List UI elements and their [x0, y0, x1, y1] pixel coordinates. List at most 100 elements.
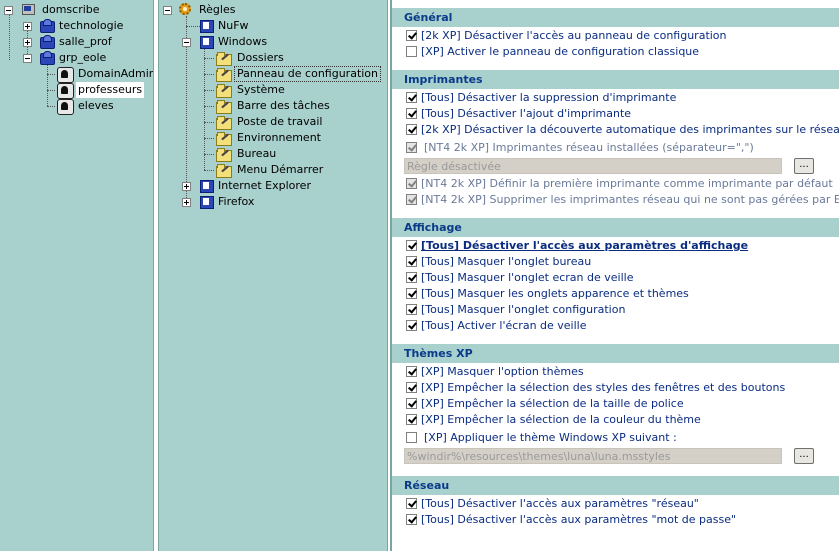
expand-icon[interactable]: [182, 198, 191, 207]
option-label: [Tous] Masquer les onglets apparence et …: [421, 287, 689, 300]
tree-node-nufw[interactable]: NuFw: [197, 18, 383, 34]
group-icon: [40, 35, 56, 49]
checkbox[interactable]: [406, 398, 417, 409]
option-label: [NT4 2k XP] Imprimantes réseau installée…: [424, 141, 754, 154]
section-header-themes: Thèmes XP: [392, 344, 839, 363]
tree-node-label: Internet Explorer: [218, 179, 311, 192]
collapse-icon[interactable]: [4, 6, 13, 15]
option-label: [Tous] Masquer l'onglet bureau: [421, 255, 592, 268]
checkbox[interactable]: [406, 320, 417, 331]
tree-node-label-selected: Panneau de configuration: [234, 66, 382, 82]
option-label: [Tous] Désactiver l'accès aux paramètres…: [421, 513, 737, 526]
tree-node-label: Dossiers: [237, 51, 284, 64]
folder-edit-icon: [216, 83, 232, 98]
theme-path-field[interactable]: %windir%\resources\themes\luna\luna.msst…: [404, 448, 782, 464]
checkbox[interactable]: [406, 30, 417, 41]
gear-icon: [178, 3, 194, 17]
tree-node-poste-de-travail[interactable]: Poste de travail: [216, 114, 383, 130]
option-label: [XP] Activer le panneau de configuration…: [421, 45, 700, 58]
checkbox[interactable]: [406, 256, 417, 267]
checkbox[interactable]: [406, 366, 417, 377]
collapse-icon[interactable]: [23, 54, 32, 63]
checkbox[interactable]: [406, 498, 417, 509]
tree-node-label: professeurs: [76, 82, 145, 98]
tree-node-systeme[interactable]: Système: [216, 82, 383, 98]
tree-node-label: eleves: [78, 99, 114, 112]
user-group-icon: [57, 67, 74, 83]
option-label: [Tous] Activer l'écran de veille: [421, 319, 587, 332]
box-icon: [199, 195, 215, 209]
option-label: [Tous] Désactiver l'ajout d'imprimante: [421, 107, 632, 120]
tree-node-label: Règles: [199, 3, 236, 16]
tree-node-windows[interactable]: Windows: [182, 34, 383, 50]
tree-node-barre-des-taches[interactable]: Barre des tâches: [216, 98, 383, 114]
expand-icon[interactable]: [182, 182, 191, 191]
tree-node-label: domscribe: [42, 3, 100, 16]
collapse-icon[interactable]: [163, 6, 172, 15]
tree-node-eleves[interactable]: eleves: [57, 98, 149, 115]
folder-edit-icon: [216, 163, 232, 178]
checkbox[interactable]: [406, 124, 417, 135]
tree-node-firefox[interactable]: Firefox: [182, 194, 383, 210]
tree-node-grp-eole[interactable]: grp_eole: [23, 50, 149, 66]
checkbox[interactable]: [406, 382, 417, 393]
tree-node-label: Windows: [218, 35, 268, 48]
section-header-imprimantes: Imprimantes: [392, 70, 839, 89]
group-icon: [40, 51, 56, 65]
tree-node-regles[interactable]: Règles: [163, 2, 383, 18]
option-label: [Tous] Masquer l'onglet ecran de veille: [421, 271, 634, 284]
box-icon: [199, 35, 215, 49]
folder-edit-icon: [216, 99, 232, 114]
checkbox[interactable]: [406, 178, 417, 189]
rules-tree-pane: Règles NuFw Windows Dossiers Panneau de …: [158, 0, 388, 551]
checkbox[interactable]: [406, 240, 417, 251]
checkbox[interactable]: [406, 92, 417, 103]
expand-icon[interactable]: [23, 22, 32, 31]
box-icon: [199, 179, 215, 193]
tree-node-environnement[interactable]: Environnement: [216, 130, 383, 146]
collapse-icon[interactable]: [182, 38, 191, 47]
user-group-icon: [57, 83, 74, 99]
tree-node-menu-demarrer[interactable]: Menu Démarrer: [216, 162, 383, 178]
checkbox[interactable]: [406, 304, 417, 315]
tree-node-dossiers[interactable]: Dossiers: [216, 50, 383, 66]
folder-edit-icon: [216, 115, 232, 130]
computer-icon: [21, 3, 37, 17]
box-icon: [199, 19, 215, 33]
option-label: [Tous] Désactiver la suppression d'impri…: [421, 91, 677, 104]
section-header-general: Général: [392, 8, 839, 27]
checkbox[interactable]: [406, 108, 417, 119]
option-label: [XP] Appliquer le thème Windows XP suiva…: [424, 431, 677, 444]
option-label: [XP] Empêcher la sélection de la taille …: [421, 397, 684, 410]
tree-node-panneau-de-configuration[interactable]: Panneau de configuration: [216, 66, 383, 82]
tree-node-technologie[interactable]: technologie: [23, 18, 149, 34]
checkbox[interactable]: [406, 272, 417, 283]
option-label: [Tous] Masquer l'onglet configuration: [421, 303, 626, 316]
checkbox[interactable]: [406, 46, 417, 57]
tree-node-label: Barre des tâches: [237, 99, 330, 112]
checkbox[interactable]: [406, 414, 417, 425]
checkbox[interactable]: [406, 142, 417, 153]
printers-list-field[interactable]: Règle désactivée: [404, 158, 782, 174]
tree-node-label: Bureau: [237, 147, 277, 160]
folder-edit-icon: [216, 147, 232, 162]
checkbox[interactable]: [406, 432, 417, 443]
tree-node-domscribe[interactable]: domscribe: [4, 2, 149, 18]
checkbox[interactable]: [406, 288, 417, 299]
checkbox[interactable]: [406, 194, 417, 205]
tree-node-salle-prof[interactable]: salle_prof: [23, 34, 149, 50]
folder-edit-icon: [216, 67, 232, 82]
printers-browse-button[interactable]: ...: [794, 158, 814, 174]
tree-node-professeurs[interactable]: professeurs: [57, 82, 149, 99]
section-header-reseau: Réseau: [392, 476, 839, 495]
folder-edit-icon: [216, 131, 232, 146]
checkbox[interactable]: [406, 514, 417, 525]
tree-node-bureau[interactable]: Bureau: [216, 146, 383, 162]
tree-node-label: DomainAdmins: [78, 67, 154, 80]
tree-node-domainadmins[interactable]: DomainAdmins: [57, 66, 153, 83]
tree-node-label: Environnement: [237, 131, 321, 144]
expand-icon[interactable]: [23, 38, 32, 47]
tree-node-internet-explorer[interactable]: Internet Explorer: [182, 178, 383, 194]
theme-browse-button[interactable]: ...: [794, 448, 814, 464]
tree-node-label: salle_prof: [59, 35, 112, 48]
